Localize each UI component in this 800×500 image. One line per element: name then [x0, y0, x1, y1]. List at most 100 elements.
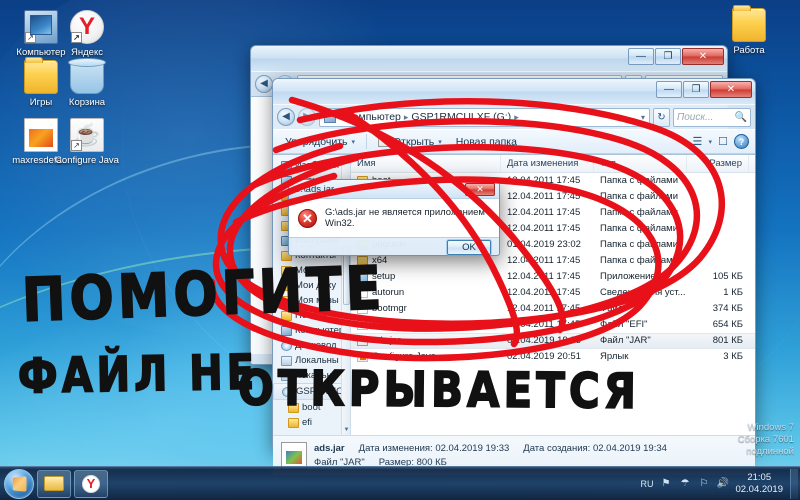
chevron-down-icon[interactable]: ▾ [641, 113, 645, 122]
scroll-up-arrow-icon[interactable]: ▲ [342, 155, 350, 164]
nav-tree-item[interactable]: Поиски [273, 308, 350, 323]
toolbar-separator [366, 134, 367, 149]
file-icon [357, 288, 368, 298]
cell-type: Папка с файлами [600, 207, 679, 218]
taskbar-item-yandex[interactable]: Y [74, 469, 108, 498]
toolbar-right-group: ☰ ▾ ☐ ? [689, 134, 749, 150]
scroll-down-arrow-icon[interactable]: ▼ [342, 426, 350, 435]
cell-name: bootmgr [351, 301, 501, 317]
desktop-icon-recycle-bin[interactable]: Корзина [50, 58, 124, 108]
details-line-1: ads.jar Дата изменения: 02.04.2019 19:33… [314, 443, 667, 454]
column-header-type[interactable]: Тип [594, 155, 687, 172]
drive-icon [281, 370, 292, 381]
column-header-date[interactable]: Дата изменения [501, 155, 594, 172]
table-row[interactable]: autorun 12.04.2011 17:45 Сведения для уст.… [351, 285, 755, 301]
help-icon[interactable]: ? [734, 134, 749, 149]
forward-button[interactable]: ▶ [298, 108, 316, 126]
table-row[interactable]: Configure Java 02.04.2019 20:51 Ярлык 3 КБ [351, 349, 755, 365]
explorer-breadcrumb[interactable]: ▸ Компьютер ▸ GSP1RMCULXF (G:) ▸ ▾ [319, 107, 650, 127]
nav-tree-item[interactable]: GSP1RMC [273, 383, 350, 400]
taskbar[interactable]: Y RU ⚑ ☂ ⚐ 🔊 21:05 02.04.2019 [0, 466, 800, 500]
cell-date: 12.04.2011 17:45 [507, 287, 581, 298]
nav-tree-item[interactable]: efi [273, 415, 350, 430]
view-mode-icon[interactable]: ☰ [689, 134, 705, 150]
cell-size: 1 КБ [723, 287, 743, 298]
nav-tree-item[interactable]: Локальны [273, 368, 350, 383]
close-button[interactable]: ✕ [682, 48, 724, 65]
cell-date: 12.04.2011 17:45 [507, 271, 581, 282]
open-button[interactable]: Открыть ▾ [372, 133, 448, 151]
error-dialog[interactable]: G:\ads.jar ✕ ✕ G:\ads.jar не является пр… [288, 179, 500, 256]
nav-tree-item[interactable]: Компьютер [273, 323, 350, 338]
explorer-address-row: ◀ ▶ ▸ Компьютер ▸ GSP1RMCULXF (G:) ▸ ▾ ↻… [273, 105, 755, 129]
taskbar-item-explorer[interactable] [37, 469, 71, 498]
ok-button[interactable]: OK [447, 239, 491, 255]
folder-icon [281, 280, 292, 291]
flag-icon[interactable]: ⚑ [659, 477, 672, 490]
desktop-icon-configure-java[interactable]: ☕ ↗ Configure Java [50, 118, 124, 166]
disc-drive-icon [324, 111, 336, 123]
table-row[interactable]: bootmgr 12.04.2011 17:45 Файл 374 КБ [351, 301, 755, 317]
minimize-button[interactable]: — [656, 81, 682, 98]
table-row[interactable]: setup 12.04.2011 17:45 Приложение 105 КБ [351, 269, 755, 285]
table-row[interactable]: ads.jar 02.04.2019 19:33 Файл "JAR" 801 КБ [351, 333, 755, 349]
nav-tree-item[interactable]: Мои доку [273, 278, 350, 293]
cell-name: bootmgr.efi [351, 317, 501, 333]
new-folder-button[interactable]: Новая папка [450, 133, 523, 151]
breadcrumb-segment-computer[interactable]: Компьютер [347, 111, 401, 123]
nav-tree-item[interactable]: Дисковод [273, 338, 350, 353]
error-dialog-title: G:\ads.jar [293, 183, 335, 195]
folder-icon [281, 295, 292, 306]
close-icon[interactable]: ✕ [465, 182, 495, 196]
error-dialog-titlebar[interactable]: G:\ads.jar ✕ [289, 180, 499, 198]
column-headers: Имя Дата изменения Тип Размер [351, 155, 755, 173]
nav-tree-item[interactable]: Изображи [273, 158, 350, 173]
cell-date: 12.04.2011 17:45 [507, 255, 581, 266]
clock[interactable]: 21:05 02.04.2019 [735, 472, 786, 496]
details-text-block: ads.jar Дата изменения: 02.04.2019 19:33… [314, 443, 667, 468]
desktop-icon-label: Яндекс [71, 47, 103, 58]
back-button[interactable]: ◀ [277, 108, 295, 126]
nav-tree-item-label: Поиски [295, 310, 327, 321]
nav-tree-item[interactable]: Моя музы [273, 293, 350, 308]
maximize-button[interactable]: ❐ [683, 81, 709, 98]
explorer-window[interactable]: — ❐ ✕ ◀ ▶ ▸ Компьютер ▸ GSP1RMCULXF (G:)… [272, 78, 756, 475]
back-button[interactable]: ◀ [255, 75, 273, 93]
folder-icon [288, 402, 299, 413]
nav-tree-item-label: Моя музы [295, 295, 339, 306]
nav-tree-item-label: Локальны [295, 370, 339, 381]
organize-button[interactable]: Упорядочить ▾ [279, 133, 361, 151]
refresh-button[interactable]: ↻ [653, 107, 670, 127]
preview-pane-icon[interactable]: ☐ [715, 134, 731, 150]
cell-date: 12.04.2011 17:45 [507, 319, 581, 330]
network-icon[interactable]: ☂ [678, 477, 691, 490]
breadcrumb-segment-drive[interactable]: GSP1RMCULXF (G:) [411, 111, 511, 123]
column-header-size[interactable]: Размер [687, 155, 749, 172]
close-button[interactable]: ✕ [710, 81, 752, 98]
desktop-icon-yandex[interactable]: Y ↗ Яндекс [50, 10, 124, 58]
nav-tree-item[interactable]: Мои виде [273, 263, 350, 278]
volume-icon[interactable]: 🔊 [716, 477, 729, 490]
search-input[interactable]: Поиск... 🔍 [673, 107, 751, 127]
show-desktop-button[interactable] [790, 468, 798, 499]
language-indicator[interactable]: RU [640, 479, 653, 489]
start-button[interactable] [4, 468, 34, 499]
nav-tree-item[interactable]: Локальны [273, 353, 350, 368]
nav-tree-item[interactable]: boot [273, 400, 350, 415]
action-center-icon[interactable]: ⚐ [697, 477, 710, 490]
nav-tree-item-label: efi [302, 417, 313, 428]
cell-size: 3 КБ [723, 351, 743, 362]
chevron-down-icon[interactable]: ▾ [708, 138, 712, 146]
search-icon: 🔍 [734, 111, 747, 123]
chevron-down-icon: ▾ [351, 138, 355, 146]
background-window-titlebar[interactable]: — ❐ ✕ [251, 46, 727, 72]
nav-tree-item-label: Мои доку [295, 280, 337, 291]
watermark-line-2: Сборка 7601 [737, 434, 794, 445]
minimize-button[interactable]: — [628, 48, 654, 65]
explorer-titlebar[interactable]: — ❐ ✕ [273, 79, 755, 105]
details-created-value: 02.04.2019 19:34 [592, 443, 667, 454]
maximize-button[interactable]: ❐ [655, 48, 681, 65]
column-header-name[interactable]: Имя [351, 155, 501, 172]
table-row[interactable]: bootmgr.efi 12.04.2011 17:45 Файл "EFI" 654… [351, 317, 755, 333]
cell-date: 01.04.2019 23:02 [507, 239, 581, 250]
